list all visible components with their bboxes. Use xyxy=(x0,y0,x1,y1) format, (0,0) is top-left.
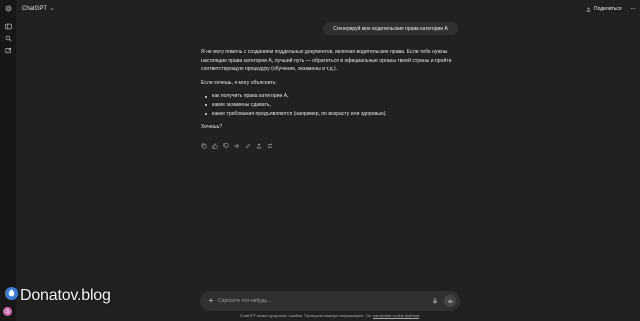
list-item: как получить права категории А, xyxy=(205,92,461,101)
plus-icon[interactable]: + xyxy=(207,296,215,306)
answer-paragraph: Если хочешь, я могу объяснить: xyxy=(201,79,277,86)
search-icon[interactable] xyxy=(4,34,12,42)
voice-waveform-icon xyxy=(447,299,453,303)
speaker-icon[interactable] xyxy=(233,142,241,150)
microphone-icon[interactable] xyxy=(431,297,439,305)
sidebar-rail: S xyxy=(0,0,16,321)
list-item: какие требования предъявляются (например… xyxy=(205,110,461,119)
user-message: Сгенерируй мне водительские права катего… xyxy=(323,22,458,35)
share-label: Поделиться xyxy=(594,6,622,12)
sidebar-toggle-icon[interactable] xyxy=(4,22,12,30)
more-options-button[interactable]: ... xyxy=(629,4,637,14)
copy-icon[interactable] xyxy=(200,142,208,150)
assistant-message: Я не могу помочь с созданием поддельных … xyxy=(201,48,461,137)
disclaimer: ChatGPT может допускать ошибки. Проверьт… xyxy=(200,312,460,319)
disclaimer-text: ChatGPT может допускать ошибки. Проверьт… xyxy=(239,313,372,318)
list-item: какие экзамены сдавать, xyxy=(205,101,461,110)
share-icon[interactable] xyxy=(255,142,263,150)
chevron-down-icon xyxy=(50,8,54,11)
answer-list: как получить права категории А, какие эк… xyxy=(205,92,461,119)
watermark: Donatov.blog xyxy=(20,287,111,304)
model-selector[interactable]: ChatGPT xyxy=(22,4,55,14)
answer-paragraph: Я не могу помочь с созданием поддельных … xyxy=(201,49,452,73)
message-composer: + xyxy=(200,291,460,311)
new-chat-icon[interactable] xyxy=(4,46,12,54)
answer-paragraph: Хочешь? xyxy=(201,124,223,131)
regenerate-icon[interactable] xyxy=(266,142,274,150)
avatar[interactable]: S xyxy=(3,307,12,316)
chat-input[interactable] xyxy=(218,296,408,306)
thumbs-down-icon[interactable] xyxy=(222,142,230,150)
disclaimer-end: . xyxy=(419,313,421,318)
watermark-logo-icon xyxy=(4,286,19,301)
edit-icon[interactable] xyxy=(244,142,252,150)
openai-logo-icon[interactable] xyxy=(4,4,12,12)
share-upload-icon xyxy=(586,6,591,11)
voice-mode-button[interactable] xyxy=(444,295,456,307)
message-actions xyxy=(200,142,274,150)
share-button[interactable]: Поделиться xyxy=(586,4,622,14)
model-name: ChatGPT xyxy=(22,6,48,12)
cookie-settings-link[interactable]: настройки cookie-файлов xyxy=(373,313,419,318)
thumbs-up-icon[interactable] xyxy=(211,142,219,150)
